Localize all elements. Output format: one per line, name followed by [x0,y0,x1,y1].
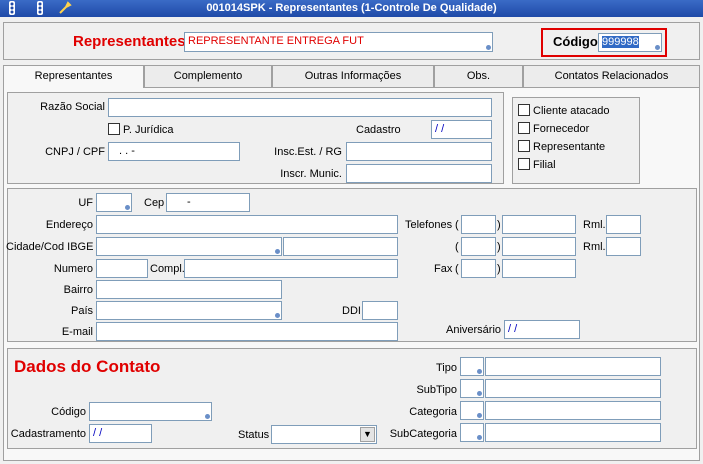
pais-label: País [70,305,93,317]
cliente-atacado-checkbox[interactable] [518,104,530,116]
categoria-desc-field[interactable] [485,401,661,420]
subcategoria-desc-field[interactable] [485,423,661,442]
pj-label: P. Jurídica [123,124,174,136]
cep-field[interactable]: - [166,193,250,212]
ibge-code-field[interactable] [283,237,398,256]
contact-codigo-field[interactable] [89,402,212,421]
filial-label: Filial [533,159,556,171]
ddi-label: DDI [342,305,361,317]
aniversario-date-field[interactable]: / / [504,320,580,339]
telefone1-field[interactable] [502,215,576,234]
contact-section-title: Dados do Contato [14,357,161,376]
status-select[interactable]: ▼ [271,425,377,444]
cnpj-field[interactable]: . . - [108,142,240,161]
endereco-label: Endereço [45,219,93,231]
status-label: Status [238,429,270,441]
cidade-label: Cidade/Cod IBGE [6,241,94,253]
tab-obs[interactable]: Obs. [434,65,523,87]
cnpj-label: CNPJ / CPF [45,146,105,158]
pj-checkbox[interactable] [108,123,120,135]
compl-label: Compl. [150,263,185,275]
cadastro-label: Cadastro [356,124,401,136]
rml-label-1: Rml. [583,219,606,231]
fax-field[interactable] [502,259,576,278]
rml2-field[interactable] [606,237,641,256]
ddi-field[interactable] [362,301,398,320]
categoria-label: Categoria [409,406,457,418]
paren-close-2: ) [497,241,501,253]
header-label: Representantes [73,33,186,50]
telefone2-ddd-field[interactable] [461,237,496,256]
insc-est-label: Insc.Est. / RG [274,146,342,158]
codigo-label: Código [553,34,598,49]
insc-est-field[interactable] [346,142,492,161]
cliente-atacado-label: Cliente atacado [533,105,610,117]
fornecedor-checkbox[interactable] [518,122,530,134]
paren-close-1: ) [497,219,501,231]
razao-social-label: Razão Social [40,101,105,113]
uf-label: UF [78,197,93,209]
categoria-code-field[interactable] [460,401,484,420]
subtipo-code-field[interactable] [460,379,484,398]
paren-open-2: ( [455,241,459,253]
bairro-field[interactable] [96,280,282,299]
fax-ddd-field[interactable] [461,259,496,278]
telefones-label: Telefones [405,219,453,231]
numero-label: Numero [53,263,93,275]
tab-representantes[interactable]: Representantes [3,65,144,88]
tipo-code-field[interactable] [460,357,484,376]
filial-checkbox[interactable] [518,158,530,170]
complemento-field[interactable] [184,259,398,278]
cadastramento-date-field[interactable]: / / [89,424,152,443]
fornecedor-label: Fornecedor [533,123,590,135]
subcategoria-label: SubCategoria [389,428,457,440]
pais-field[interactable] [96,301,282,320]
telefone2-field[interactable] [502,237,576,256]
tab-complemento[interactable]: Complemento [144,65,272,87]
contact-codigo-label: Código [51,406,86,418]
bairro-label: Bairro [63,284,93,296]
paren-open-1: ( [455,219,459,231]
rml-label-2: Rml. [583,241,606,253]
fax-label: Fax [434,263,453,275]
email-field[interactable] [96,322,398,341]
paren-open-3: ( [455,263,459,275]
rml1-field[interactable] [606,215,641,234]
representante-label: Representante [533,141,606,153]
chevron-down-icon[interactable]: ▼ [360,427,375,442]
representative-name-field[interactable]: REPRESENTANTE ENTREGA FUT [184,32,493,52]
insc-munic-field[interactable] [346,164,492,183]
window-title: 001014SPK - Representantes (1-Controle D… [206,2,497,14]
subcategoria-code-field[interactable] [460,423,484,442]
razao-social-field[interactable] [108,98,492,117]
representante-checkbox[interactable] [518,140,530,152]
codigo-field[interactable]: 999998 [598,33,662,52]
cep-label: Cep [144,197,165,209]
codigo-value: 999998 [602,36,639,48]
tab-contatos-relacionados[interactable]: Contatos Relacionados [523,65,700,87]
numero-field[interactable] [96,259,148,278]
tab-outras-informacoes[interactable]: Outras Informações [272,65,434,87]
endereco-field[interactable] [96,215,398,234]
paren-close-3: ) [497,263,501,275]
insc-munic-label: Inscr. Munic. [280,168,342,180]
cidade-field[interactable] [96,237,282,256]
cadastro-date-field[interactable]: / / [431,120,492,139]
subtipo-label: SubTipo [416,384,457,396]
tipo-label: Tipo [436,362,457,374]
uf-field[interactable] [96,193,132,212]
email-label: E-mail [61,326,93,338]
aniversario-label: Aniversário [446,324,502,336]
tipo-desc-field[interactable] [485,357,661,376]
title-bar: 001014SPK - Representantes (1-Controle D… [0,0,703,17]
cadastramento-label: Cadastramento [10,428,86,440]
telefone1-ddd-field[interactable] [461,215,496,234]
subtipo-desc-field[interactable] [485,379,661,398]
